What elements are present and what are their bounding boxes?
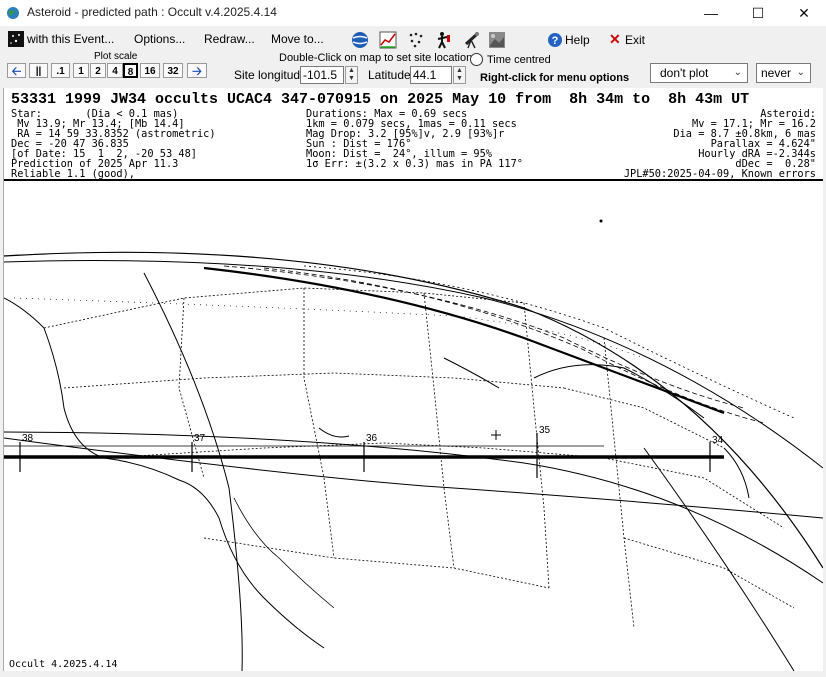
event-icon bbox=[8, 31, 24, 47]
app-globe-icon bbox=[7, 7, 19, 19]
meridian-line-2 bbox=[643, 447, 795, 671]
chart-icon[interactable] bbox=[379, 31, 397, 49]
latitude-dots bbox=[13, 297, 645, 359]
window-title: Asteroid - predicted path : Occult v.4.2… bbox=[27, 5, 277, 19]
site-longitude-label: Site longitude bbox=[234, 68, 307, 82]
chevron-down-icon: ⌄ bbox=[796, 67, 805, 78]
exit-x-icon: ✕ bbox=[609, 31, 621, 47]
star-marker bbox=[599, 219, 603, 223]
menu-options[interactable]: Options... bbox=[134, 32, 185, 46]
time-mark-35: 35 bbox=[539, 425, 551, 436]
pause-button[interactable]: || bbox=[29, 63, 48, 78]
menu-move-to[interactable]: Move to... bbox=[271, 32, 324, 46]
site-longitude-input[interactable]: -101.5 bbox=[300, 66, 344, 84]
time-mark-38: 38 bbox=[22, 433, 34, 444]
dotted-path-icon[interactable] bbox=[407, 31, 425, 49]
scale-button-2[interactable]: 2 bbox=[90, 63, 106, 78]
time-centred-radio[interactable] bbox=[470, 53, 483, 66]
scale-button-32[interactable]: 32 bbox=[163, 63, 183, 78]
lake-michigan bbox=[723, 447, 750, 499]
plot-option-value: don't plot bbox=[660, 66, 709, 80]
scale-button-0.1[interactable]: .1 bbox=[51, 63, 70, 78]
longitude-spinner[interactable]: ▲ ▼ bbox=[345, 66, 358, 84]
time-mark-34: 34 bbox=[712, 435, 724, 446]
plot-option-select[interactable]: don't plot ⌄ bbox=[650, 63, 748, 83]
scale-button-1[interactable]: 1 bbox=[73, 63, 89, 78]
minimize-button[interactable]: — bbox=[688, 0, 734, 26]
telescope-icon[interactable] bbox=[463, 31, 481, 49]
time-mark-37: 37 bbox=[194, 433, 206, 444]
help-icon: ? bbox=[548, 33, 562, 47]
lake-winnipeg bbox=[443, 357, 500, 389]
scale-button-8[interactable]: 8 bbox=[123, 63, 138, 78]
latitude-spinner[interactable]: ▲ ▼ bbox=[453, 66, 466, 84]
globe-icon[interactable] bbox=[351, 31, 369, 49]
salt-lake bbox=[318, 427, 350, 438]
site-crosshair bbox=[491, 430, 501, 440]
scroll-left-button[interactable]: 🡠 bbox=[7, 63, 26, 78]
meridian-line bbox=[143, 272, 243, 671]
double-click-hint: Double-Click on map to set site location bbox=[279, 52, 473, 64]
scroll-right-button[interactable]: 🡢 bbox=[187, 63, 207, 78]
time-mark-36: 36 bbox=[366, 433, 378, 444]
menu-with-this-event[interactable]: with this Event... bbox=[27, 32, 114, 46]
close-window-button[interactable]: ✕ bbox=[781, 0, 826, 26]
path-sigma-line bbox=[303, 265, 795, 419]
never-select-value: never bbox=[761, 66, 792, 80]
map-svg: 38 37 36 35 34 bbox=[4, 219, 823, 671]
maximize-button[interactable]: ☐ bbox=[735, 0, 781, 26]
path-limit-north bbox=[4, 260, 823, 469]
exit-menu[interactable]: Exit bbox=[625, 33, 645, 47]
map-plot-area[interactable]: 53331 1999 JW34 occults UCAC4 347-070915… bbox=[3, 88, 823, 671]
menu-redraw[interactable]: Redraw... bbox=[204, 32, 255, 46]
never-select[interactable]: never ⌄ bbox=[756, 63, 811, 83]
scale-button-16[interactable]: 16 bbox=[140, 63, 160, 78]
help-menu[interactable]: Help bbox=[565, 33, 590, 47]
observer-icon[interactable] bbox=[435, 31, 453, 49]
title-bar: Asteroid - predicted path : Occult v.4.2… bbox=[0, 0, 826, 26]
latitude-input[interactable]: 44.1 bbox=[410, 66, 452, 84]
scale-button-4[interactable]: 4 bbox=[107, 63, 123, 78]
svg-text:?: ? bbox=[552, 35, 559, 47]
time-centred-label: Time centred bbox=[487, 54, 551, 66]
footer-version: Occult 4.2025.4.14 bbox=[9, 659, 118, 670]
baja-coastline bbox=[233, 497, 335, 609]
image-icon[interactable] bbox=[488, 31, 506, 49]
chevron-down-icon: ⌄ bbox=[733, 67, 742, 78]
plot-scale-label: Plot scale bbox=[94, 51, 138, 62]
path-error-line bbox=[223, 265, 745, 409]
latitude-label: Latitude bbox=[368, 68, 411, 82]
right-click-hint: Right-click for menu options bbox=[480, 72, 630, 84]
earth-limb bbox=[4, 251, 823, 569]
west-coastline bbox=[4, 297, 325, 649]
